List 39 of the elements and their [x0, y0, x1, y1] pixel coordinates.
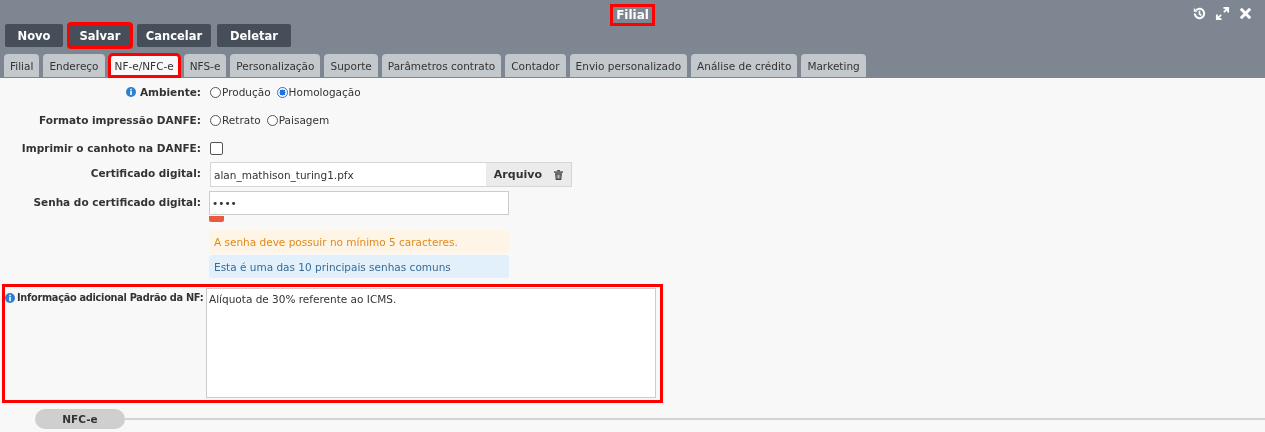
radio-label: Retrato	[222, 114, 261, 126]
tab[interactable]: Contador	[505, 54, 566, 77]
radio-button[interactable]	[210, 114, 221, 126]
radio-button[interactable]	[276, 86, 288, 98]
tab[interactable]: Personalização	[230, 54, 321, 77]
toolbar-button[interactable]: Deletar	[217, 24, 291, 47]
field-label: Ambiente:	[139, 86, 201, 98]
toolbar-button[interactable]: Salvar	[69, 24, 131, 47]
tab[interactable]: Envio personalizado	[569, 54, 688, 77]
expand-icon[interactable]	[1215, 6, 1230, 21]
text-area[interactable]: Alíquota de 30% referente ao ICMS.	[206, 288, 656, 398]
radio-label: Homologação	[288, 86, 361, 98]
tab[interactable]: NF-e/NFC-e	[108, 54, 180, 77]
field-label: Formato impressão DANFE:	[38, 114, 201, 126]
checkbox[interactable]	[210, 141, 223, 155]
field-label: Informação adicional Padrão da NF:	[17, 292, 204, 303]
field-label: Certificado digital:	[90, 167, 201, 179]
tab[interactable]: Suporte	[324, 54, 378, 77]
radio-button[interactable]	[266, 114, 278, 126]
warning-message: A senha deve possuir no mínimo 5 caracteres.	[209, 230, 509, 253]
radio-label: Paisagem	[278, 114, 330, 126]
close-icon[interactable]	[1238, 6, 1253, 21]
window-title: Filial	[613, 7, 652, 23]
password-field[interactable]: ••••	[209, 191, 509, 215]
field-label: Senha do certificado digital:	[33, 196, 201, 208]
tab[interactable]: Marketing	[801, 54, 866, 77]
radio-label: Produção	[222, 86, 271, 98]
tab[interactable]: Análise de crédito	[691, 54, 798, 77]
toolbar-button[interactable]: Cancelar	[137, 24, 211, 47]
tab[interactable]: NFS-e	[183, 54, 227, 77]
radio-button[interactable]	[210, 86, 221, 98]
tab[interactable]: Filial	[4, 54, 40, 77]
info-message: Esta é uma das 10 principais senhas comuns	[209, 255, 509, 278]
history-icon[interactable]	[1192, 6, 1207, 21]
tab[interactable]: Parâmetros contrato	[381, 54, 502, 77]
toolbar-button[interactable]: Novo	[5, 24, 63, 47]
tab[interactable]: Endereço	[43, 54, 105, 77]
field-label: Imprimir o canhoto na DANFE:	[21, 142, 201, 154]
section-pill[interactable]: NFC-e	[35, 409, 125, 429]
